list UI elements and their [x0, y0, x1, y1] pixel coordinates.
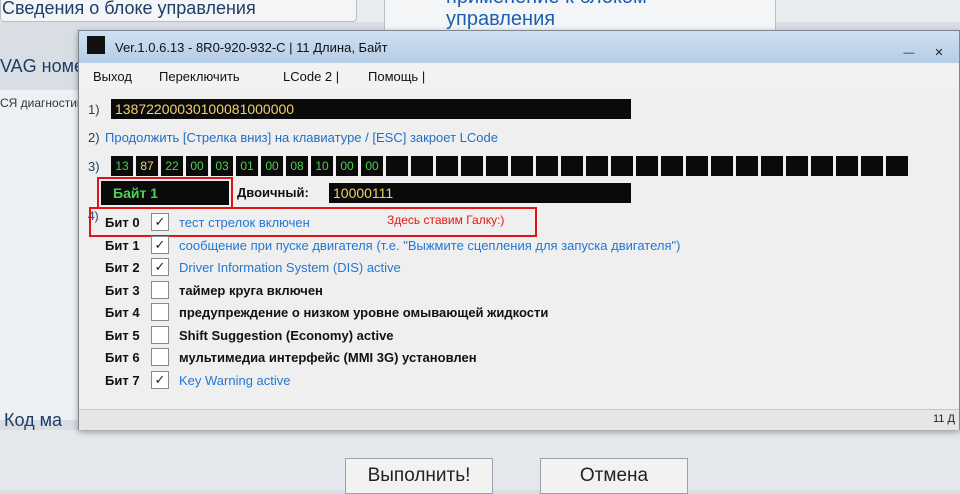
- bit-checkbox[interactable]: ✓: [151, 258, 169, 276]
- byte-cell[interactable]: [661, 156, 683, 176]
- row2-number: 2): [88, 130, 100, 145]
- byte-cell[interactable]: 08: [286, 156, 308, 176]
- title-bar[interactable]: Ver.1.0.6.13 - 8R0-920-932-C | 11 Длина,…: [79, 31, 959, 63]
- bit-description: Shift Suggestion (Economy) active: [179, 327, 394, 343]
- row3-number: 3): [88, 159, 100, 174]
- byte-cell[interactable]: [711, 156, 733, 176]
- content-area: 1) 13872200030100081000000 2) Продолжить…: [79, 89, 959, 409]
- checkmark-icon: ✓: [154, 214, 166, 229]
- bit-checkbox[interactable]: [151, 325, 169, 344]
- menu-bar: Выход Переключить LCode 2 | Помощь |: [79, 63, 959, 90]
- byte-cell[interactable]: [561, 156, 583, 176]
- instruction-text: Продолжить [Стрелка вниз] на клавиатуре …: [105, 130, 498, 145]
- status-text: 11 Д: [933, 413, 955, 425]
- checkmark-icon: ✓: [154, 371, 166, 387]
- byte-cell[interactable]: [811, 156, 833, 176]
- bit-description: предупреждение о низком уровне омывающей…: [179, 305, 549, 320]
- byte-cell[interactable]: 00: [261, 156, 283, 176]
- status-bar: 11 Д: [79, 409, 959, 430]
- byte-cell[interactable]: [886, 156, 908, 176]
- bit-checkbox[interactable]: ✓: [151, 235, 169, 254]
- bit-label: Бит 1: [105, 237, 140, 253]
- byte-cell[interactable]: 10: [311, 156, 333, 176]
- byte-cell[interactable]: [461, 156, 483, 176]
- menu-switch[interactable]: Переключить: [159, 69, 240, 84]
- bit-checkbox[interactable]: ✓: [151, 370, 169, 389]
- byte-cell[interactable]: [786, 156, 808, 176]
- bit-label: Бит 4: [105, 305, 140, 320]
- minimize-icon[interactable]: —: [894, 44, 924, 62]
- annotation-text: Здесь ставим Галку:): [387, 213, 505, 227]
- byte-cell[interactable]: [436, 156, 458, 176]
- bit-checkbox[interactable]: [151, 348, 169, 366]
- byte-cell[interactable]: 22: [161, 156, 183, 176]
- byte-cell[interactable]: 01: [236, 156, 258, 176]
- bit-description: таймер круга включен: [179, 282, 323, 298]
- close-icon[interactable]: ✕: [924, 44, 954, 62]
- bit-label: Бит 3: [105, 282, 140, 298]
- background-tab-label: Сведения о блоке управления: [2, 0, 256, 18]
- byte-cell[interactable]: 00: [336, 156, 358, 176]
- bit-description: тест стрелок включен: [179, 215, 310, 230]
- menu-help[interactable]: Помощь |: [368, 69, 425, 84]
- background-left-panel: [0, 90, 84, 420]
- app-icon: [87, 36, 105, 54]
- byte-cell[interactable]: [861, 156, 883, 176]
- byte-cell[interactable]: [586, 156, 608, 176]
- cancel-button[interactable]: Отмена: [540, 458, 688, 494]
- bit-label: Бит 0: [105, 215, 140, 230]
- byte-cell[interactable]: 13: [111, 156, 133, 176]
- menu-exit[interactable]: Выход: [93, 69, 132, 84]
- lcode-string-field[interactable]: 13872200030100081000000: [111, 99, 631, 119]
- byte-cell[interactable]: 87: [136, 156, 158, 176]
- byte-cell[interactable]: [386, 156, 408, 176]
- byte-cell[interactable]: [486, 156, 508, 176]
- bit-checkbox[interactable]: [151, 303, 169, 321]
- window-title: Ver.1.0.6.13 - 8R0-920-932-C | 11 Длина,…: [115, 40, 388, 55]
- byte-cell[interactable]: [411, 156, 433, 176]
- bit-description: Driver Information System (DIS) active: [179, 260, 401, 275]
- menu-lcode2[interactable]: LCode 2 |: [283, 69, 339, 84]
- byte-cell[interactable]: [686, 156, 708, 176]
- lcode-window: Ver.1.0.6.13 - 8R0-920-932-C | 11 Длина,…: [78, 30, 960, 430]
- bit-description: мультимедиа интерфейс (MMI 3G) установле…: [179, 350, 477, 365]
- byte-cell[interactable]: [761, 156, 783, 176]
- bit-label: Бит 7: [105, 372, 140, 388]
- checkmark-icon: ✓: [154, 259, 166, 274]
- byte-cell[interactable]: 00: [361, 156, 383, 176]
- row1-number: 1): [88, 102, 100, 117]
- binary-label: Двоичный:: [237, 185, 309, 200]
- bit-checkbox[interactable]: ✓: [151, 213, 169, 231]
- byte-cell[interactable]: [611, 156, 633, 176]
- byte-cell[interactable]: 03: [211, 156, 233, 176]
- byte-cell[interactable]: [511, 156, 533, 176]
- bit-description: сообщение при пуске двигателя (т.е. "Выж…: [179, 237, 681, 253]
- bit-label: Бит 5: [105, 327, 140, 343]
- byte-cell[interactable]: [636, 156, 658, 176]
- bit-label: Бит 2: [105, 260, 140, 275]
- binary-value-field: 10000111: [329, 183, 631, 203]
- execute-button[interactable]: Выполнить!: [345, 458, 493, 494]
- checkmark-icon: ✓: [154, 236, 166, 252]
- bit-checkbox[interactable]: [151, 280, 169, 299]
- byte-cell[interactable]: 00: [186, 156, 208, 176]
- background-diag-label: СЯ диагностика: [0, 96, 90, 110]
- byte-cell[interactable]: [836, 156, 858, 176]
- background-heading: управления: [446, 8, 556, 30]
- byte-cell[interactable]: [736, 156, 758, 176]
- bit-label: Бит 6: [105, 350, 140, 365]
- background-code-label: Код ма: [4, 410, 62, 430]
- highlight-byte-box: [97, 177, 233, 209]
- byte-cell[interactable]: [536, 156, 558, 176]
- bit-description: Key Warning active: [179, 372, 291, 388]
